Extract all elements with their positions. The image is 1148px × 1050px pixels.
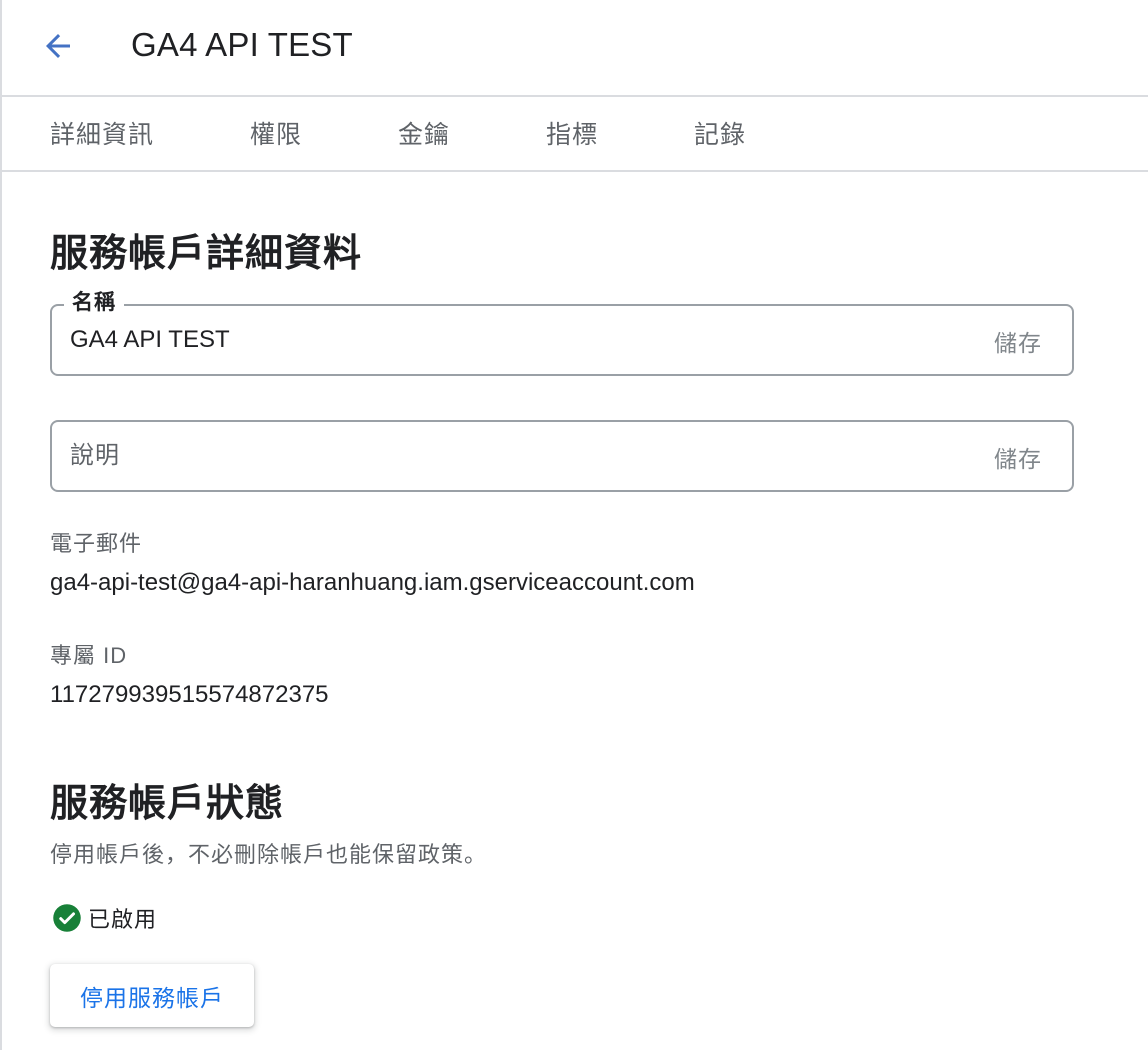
- name-field-label: 名稱: [64, 289, 124, 317]
- status-label: 已啟用: [88, 907, 158, 932]
- status-heading: 服務帳戶狀態: [50, 783, 285, 825]
- page-header: GA4 API TEST: [0, 0, 1148, 97]
- description-input[interactable]: [70, 440, 950, 472]
- tab-keys[interactable]: 金鑰: [398, 115, 450, 151]
- check-circle-icon: [52, 903, 82, 933]
- email-label: 電子郵件: [50, 531, 143, 556]
- status-indicator: 已啟用: [52, 902, 157, 934]
- tab-bar: 詳細資訊 權限 金鑰 指標 記錄: [0, 97, 1148, 172]
- tab-details[interactable]: 詳細資訊: [50, 115, 154, 151]
- name-input[interactable]: [70, 324, 950, 356]
- unique-id-value: 117279939515574872375: [50, 681, 329, 708]
- unique-id-label: 專屬 ID: [50, 643, 128, 668]
- arrow-back-icon: [40, 28, 76, 69]
- details-heading: 服務帳戶詳細資料: [50, 233, 363, 275]
- name-save-button[interactable]: 儲存: [994, 324, 1042, 358]
- back-button[interactable]: [30, 22, 86, 74]
- description-field: 儲存: [50, 420, 1074, 492]
- tab-metrics[interactable]: 指標: [546, 115, 598, 151]
- tab-permissions[interactable]: 權限: [250, 115, 302, 151]
- description-save-button[interactable]: 儲存: [994, 440, 1042, 474]
- name-field: 名稱 儲存: [50, 289, 1074, 376]
- tab-logs[interactable]: 記錄: [694, 115, 746, 151]
- page-title: GA4 API TEST: [131, 26, 353, 63]
- status-description: 停用帳戶後，不必刪除帳戶也能保留政策。: [50, 842, 488, 867]
- disable-service-account-button[interactable]: 停用服務帳戶: [50, 964, 254, 1027]
- email-value: ga4-api-test@ga4-api-haranhuang.iam.gser…: [50, 569, 695, 596]
